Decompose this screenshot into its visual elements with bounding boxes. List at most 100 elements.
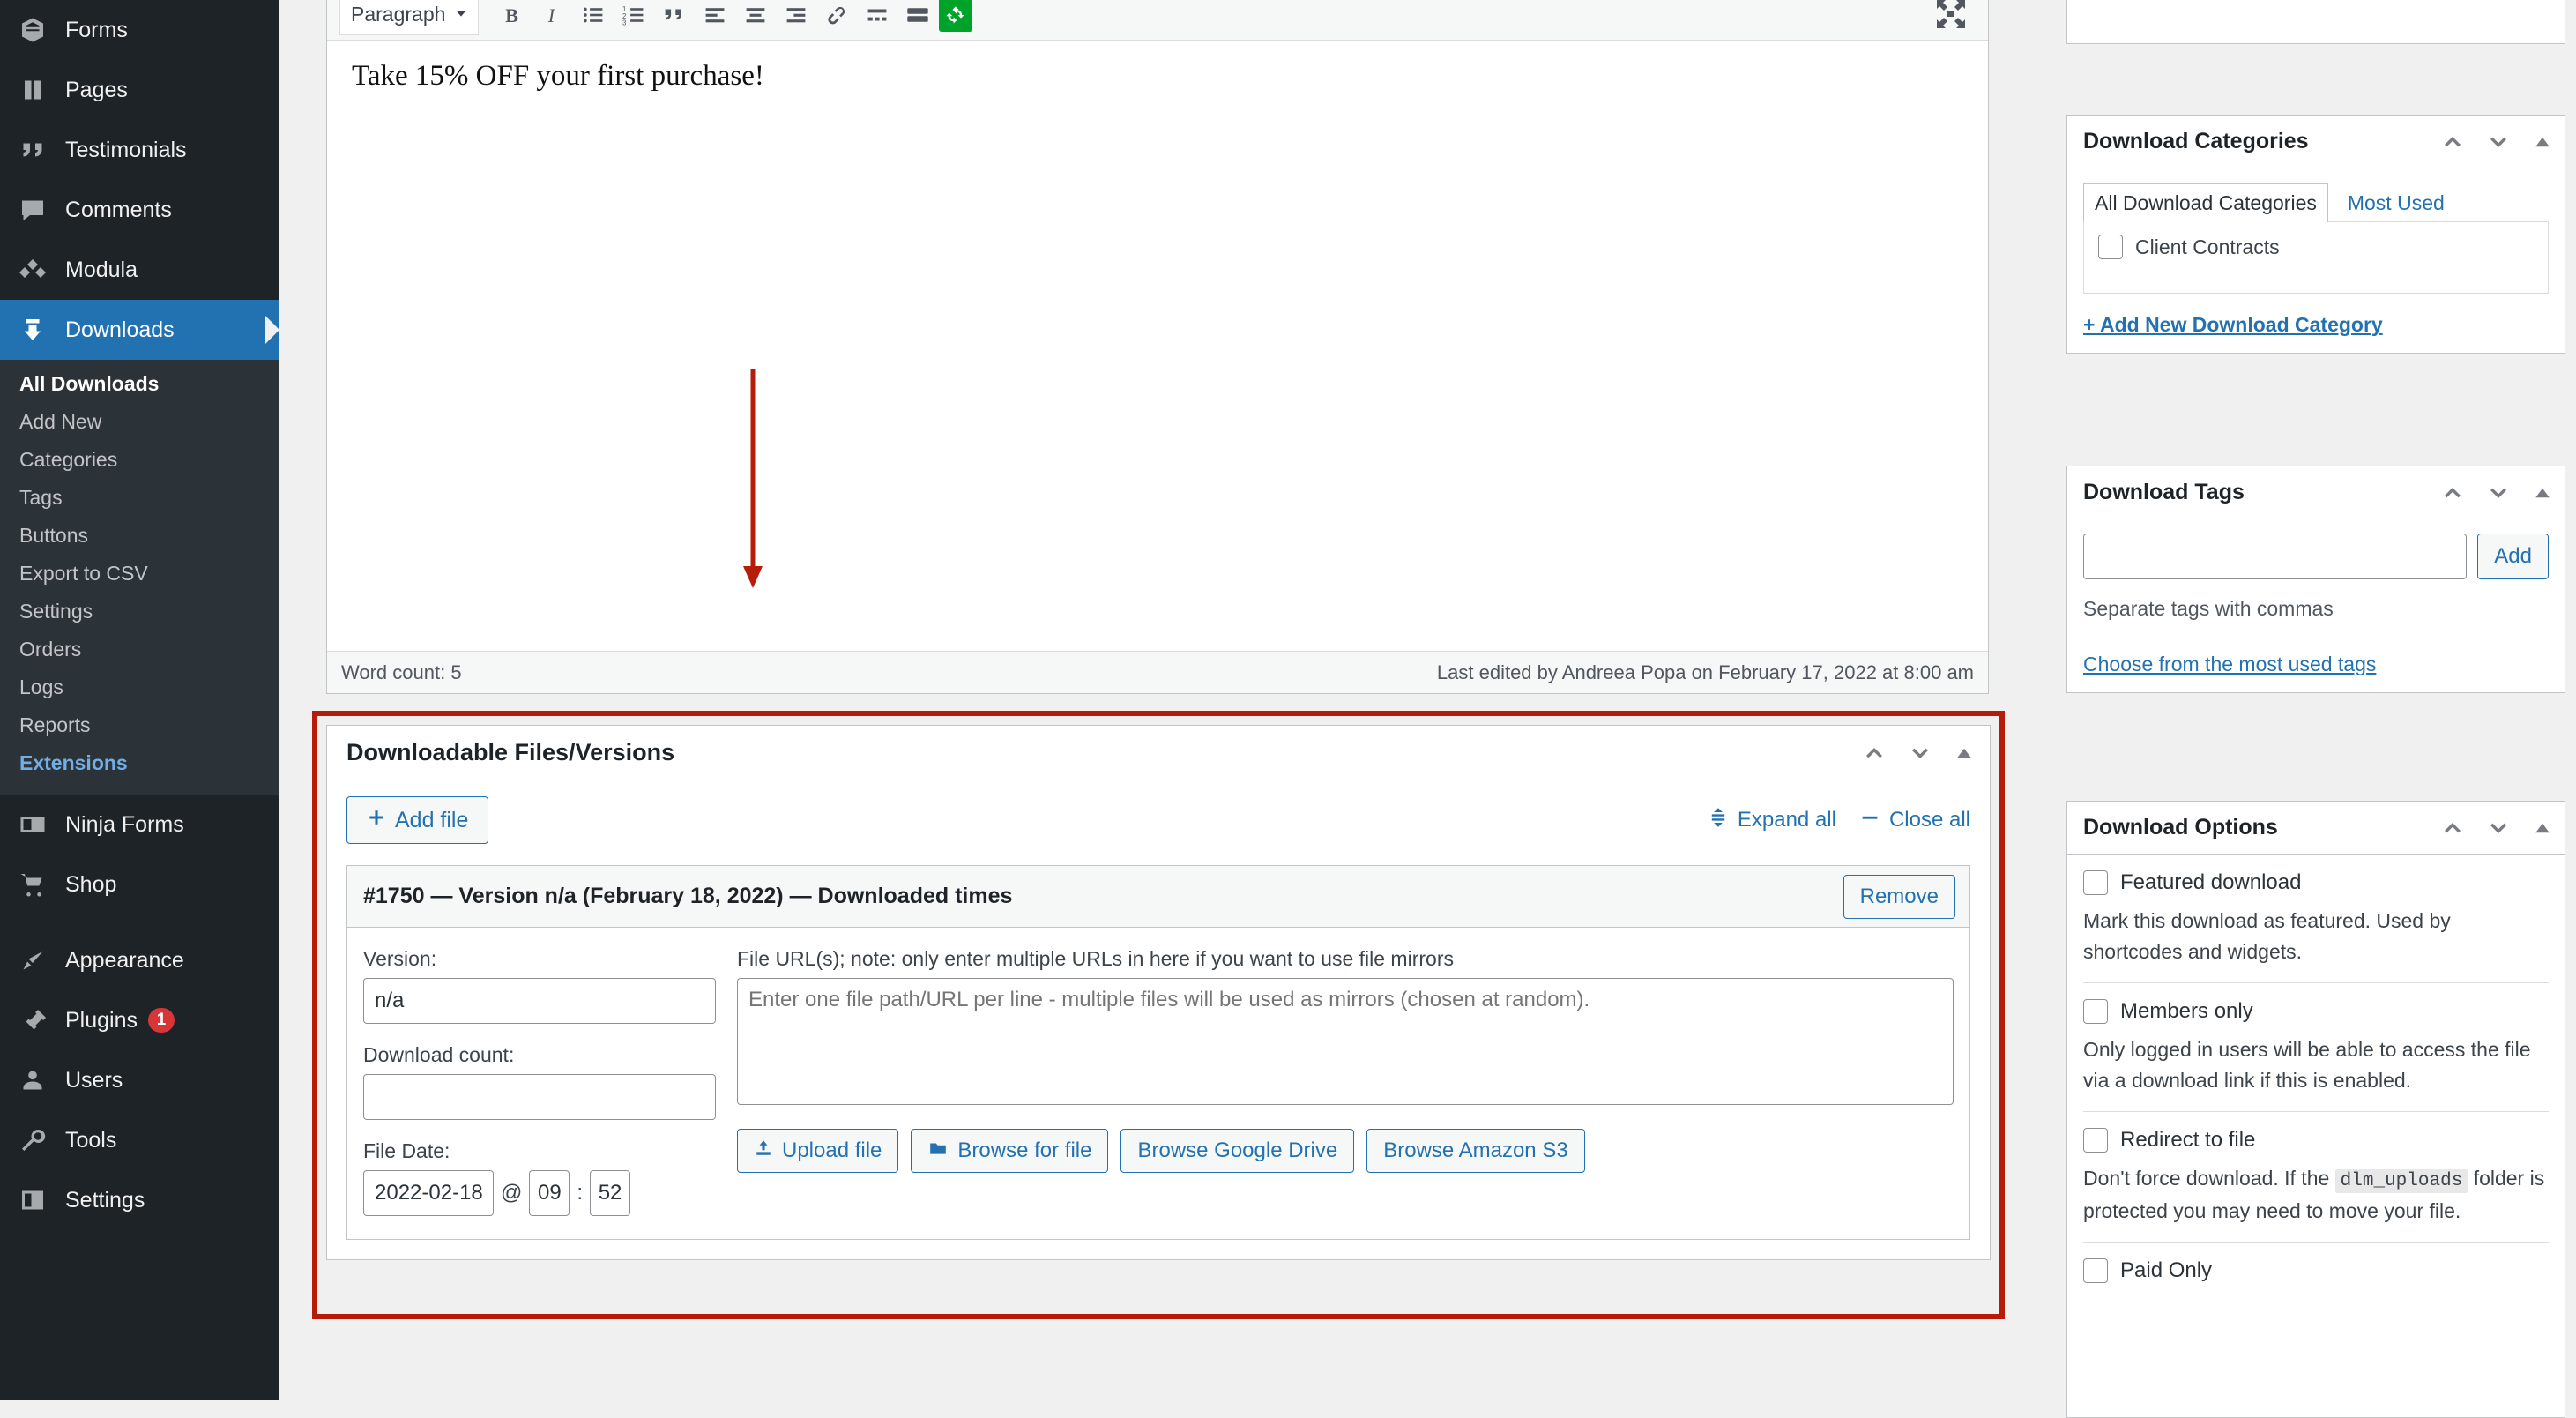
submenu-item-reports[interactable]: Reports — [0, 706, 279, 744]
category-item[interactable]: Client Contracts — [2098, 235, 2534, 259]
sidebar-item-pages[interactable]: Pages — [0, 60, 279, 120]
submenu-item-tags[interactable]: Tags — [0, 479, 279, 517]
submenu-item-orders[interactable]: Orders — [0, 631, 279, 668]
download-tags-body: Add Separate tags with commas Choose fro… — [2067, 519, 2565, 692]
file-date-controls: @ : — [363, 1170, 716, 1216]
file-urls-textarea[interactable] — [737, 978, 1954, 1105]
chevron-up-icon[interactable] — [2439, 129, 2466, 155]
file-version-header[interactable]: #1750 — Version n/a (February 18, 2022) … — [347, 866, 1969, 928]
add-file-button[interactable]: Add file — [346, 796, 489, 844]
fullscreen-icon[interactable] — [1933, 0, 1969, 38]
file-date-input[interactable] — [363, 1170, 494, 1216]
dlm-uploads-code: dlm_uploads — [2334, 1169, 2468, 1193]
sidebar-item-shop[interactable]: Shop — [0, 855, 279, 914]
submenu-item-logs[interactable]: Logs — [0, 668, 279, 706]
toolbar-toggle-icon[interactable] — [898, 0, 937, 34]
remove-file-button[interactable]: Remove — [1843, 874, 1955, 919]
bold-icon[interactable]: B — [493, 0, 532, 34]
version-input[interactable] — [363, 978, 716, 1024]
category-checkbox[interactable] — [2098, 235, 2123, 259]
browse-amazon-s3-button[interactable]: Browse Amazon S3 — [1366, 1129, 1585, 1173]
sidebar-item-ninja-forms[interactable]: Ninja Forms — [0, 795, 279, 855]
plugin-icon — [19, 1007, 58, 1034]
sidebar-item-testimonials[interactable]: Testimonials — [0, 120, 279, 180]
folder-icon — [927, 1138, 949, 1164]
sidebar-item-downloads[interactable]: Downloads — [0, 300, 279, 360]
file-version-row: #1750 — Version n/a (February 18, 2022) … — [346, 865, 1970, 1240]
add-file-label: Add file — [395, 807, 469, 832]
file-hour-input[interactable] — [529, 1170, 570, 1216]
file-date-label: File Date: — [363, 1139, 450, 1162]
link-icon[interactable] — [817, 0, 856, 34]
post-editor: Paragraph B I 123 Take 15% OFF your firs… — [326, 0, 1989, 694]
tab-most-used[interactable]: Most Used — [2328, 184, 2455, 222]
redirect-desc-before: Don't force download. If the — [2083, 1167, 2330, 1190]
bulleted-list-icon[interactable] — [574, 0, 613, 34]
members-only-row[interactable]: Members only — [2083, 999, 2549, 1024]
expand-all-link[interactable]: Expand all — [1708, 807, 1836, 834]
triangle-up-icon[interactable] — [2531, 131, 2554, 153]
featured-download-checkbox[interactable] — [2083, 870, 2108, 895]
chevron-down-icon[interactable] — [1907, 740, 1933, 766]
browse-for-file-label: Browse for file — [957, 1138, 1092, 1162]
align-left-icon[interactable] — [696, 0, 734, 34]
sidebar-item-plugins[interactable]: Plugins 1 — [0, 990, 279, 1050]
chevron-down-icon[interactable] — [2485, 480, 2512, 506]
align-right-icon[interactable] — [777, 0, 815, 34]
submenu-item-extensions[interactable]: Extensions — [0, 744, 279, 782]
browse-for-file-button[interactable]: Browse for file — [911, 1129, 1109, 1173]
format-select[interactable]: Paragraph — [339, 0, 479, 35]
numbered-list-icon[interactable]: 123 — [614, 0, 653, 34]
submenu-item-all-downloads[interactable]: All Downloads — [0, 365, 279, 403]
tag-input[interactable] — [2083, 534, 2468, 579]
redirect-to-file-checkbox[interactable] — [2083, 1128, 2108, 1153]
sidebar-item-label: Settings — [65, 1187, 145, 1213]
submenu-item-export-to-csv[interactable]: Export to CSV — [0, 555, 279, 593]
sidebar-item-appearance[interactable]: Appearance — [0, 930, 279, 990]
submenu-item-buttons[interactable]: Buttons — [0, 517, 279, 555]
chevron-up-icon[interactable] — [1861, 740, 1887, 766]
download-options-body: Featured download Mark this download as … — [2067, 855, 2565, 1315]
paid-only-row[interactable]: Paid Only — [2083, 1258, 2549, 1283]
featured-download-row[interactable]: Featured download — [2083, 870, 2549, 895]
file-minute-input[interactable] — [590, 1170, 631, 1216]
featured-download-desc: Mark this download as featured. Used by … — [2083, 909, 2451, 963]
submenu-item-add-new[interactable]: Add New — [0, 403, 279, 441]
tab-all-download-categories[interactable]: All Download Categories — [2083, 183, 2328, 222]
chevron-up-icon[interactable] — [2439, 480, 2466, 506]
paid-only-checkbox[interactable] — [2083, 1258, 2108, 1283]
triangle-up-icon[interactable] — [1953, 742, 1976, 765]
read-more-icon[interactable] — [858, 0, 897, 34]
sidebar-item-settings[interactable]: Settings — [0, 1170, 279, 1230]
chevron-down-icon[interactable] — [2485, 815, 2512, 841]
editor-content-area[interactable]: Take 15% OFF your first purchase! — [327, 41, 1988, 651]
sidebar-item-users[interactable]: Users — [0, 1050, 279, 1110]
users-icon — [19, 1067, 58, 1093]
submenu-item-categories[interactable]: Categories — [0, 441, 279, 479]
italic-icon[interactable]: I — [533, 0, 572, 34]
download-count-input[interactable] — [363, 1074, 716, 1120]
sidebar-item-comments[interactable]: Comments — [0, 180, 279, 240]
shortcode-icon[interactable] — [939, 0, 972, 32]
triangle-up-icon[interactable] — [2531, 817, 2554, 840]
upload-file-button[interactable]: Upload file — [737, 1129, 899, 1173]
chevron-up-icon[interactable] — [2439, 815, 2466, 841]
download-categories-box: Download Categories All Download Categor… — [2066, 115, 2565, 354]
triangle-up-icon[interactable] — [2531, 481, 2554, 504]
redirect-to-file-row[interactable]: Redirect to file — [2083, 1128, 2549, 1153]
sidebar-item-modula[interactable]: Modula — [0, 240, 279, 300]
align-center-icon[interactable] — [736, 0, 775, 34]
most-used-tags-link[interactable]: Choose from the most used tags — [2083, 653, 2376, 675]
tag-entry-row: Add — [2083, 534, 2549, 579]
members-only-checkbox[interactable] — [2083, 999, 2108, 1024]
pages-icon — [19, 77, 58, 103]
browse-google-drive-button[interactable]: Browse Google Drive — [1120, 1129, 1355, 1173]
add-tag-button[interactable]: Add — [2477, 534, 2549, 579]
blockquote-icon[interactable] — [655, 0, 694, 34]
sidebar-item-forms[interactable]: Forms — [0, 0, 279, 60]
close-all-link[interactable]: Close all — [1859, 807, 1970, 834]
add-new-download-category-link[interactable]: + Add New Download Category — [2083, 313, 2383, 336]
submenu-item-settings[interactable]: Settings — [0, 593, 279, 631]
chevron-down-icon[interactable] — [2485, 129, 2512, 155]
sidebar-item-tools[interactable]: Tools — [0, 1110, 279, 1170]
